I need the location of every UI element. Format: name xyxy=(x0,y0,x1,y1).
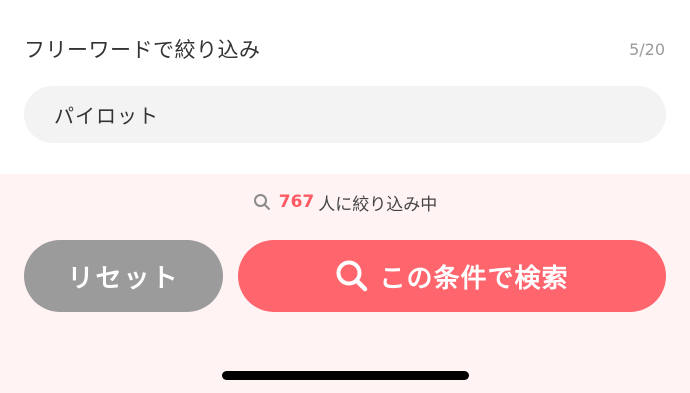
freeword-input[interactable]: パイロット xyxy=(24,86,666,143)
result-count-number: 767 xyxy=(278,192,315,212)
search-button-label: この条件で検索 xyxy=(379,263,569,294)
freeword-filter-section: フリーワードで絞り込み 5/20 パイロット xyxy=(0,0,690,174)
reset-button[interactable]: リセット xyxy=(24,240,223,312)
home-indicator xyxy=(222,371,469,380)
search-icon xyxy=(253,193,271,211)
search-button[interactable]: この条件で検索 xyxy=(238,240,666,312)
char-count: 5/20 xyxy=(629,40,665,59)
result-count: 767 人に絞り込み中 xyxy=(0,190,690,215)
result-count-suffix: 人に絞り込み中 xyxy=(318,194,438,215)
freeword-input-value: パイロット xyxy=(54,104,159,128)
search-icon xyxy=(335,259,369,293)
reset-button-label: リセット xyxy=(67,263,180,294)
freeword-filter-label: フリーワードで絞り込み xyxy=(24,38,261,62)
